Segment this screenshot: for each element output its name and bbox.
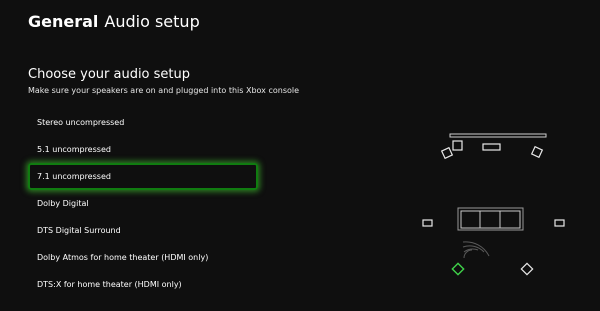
center-speaker-icon bbox=[482, 143, 501, 151]
page-title: Audio setup bbox=[104, 12, 200, 31]
option-dts-x[interactable]: DTS:X for home theater (HDMI only) bbox=[28, 271, 258, 298]
front-left-speaker-icon bbox=[452, 140, 463, 151]
option-5-1-uncompressed[interactable]: 5.1 uncompressed bbox=[28, 136, 258, 163]
front-wide-left-speaker-icon bbox=[440, 146, 454, 160]
audio-setup-page: General Audio setup Choose your audio set… bbox=[0, 0, 600, 311]
section-heading: Choose your audio setup bbox=[28, 67, 191, 82]
side-left-speaker-icon bbox=[422, 219, 433, 227]
sound-wave-icon bbox=[462, 241, 490, 259]
front-right-speaker-icon bbox=[530, 145, 544, 159]
option-dts-digital-surround[interactable]: DTS Digital Surround bbox=[28, 217, 258, 244]
option-dolby-atmos[interactable]: Dolby Atmos for home theater (HDMI only) bbox=[28, 244, 258, 271]
rear-left-speaker-icon bbox=[451, 262, 465, 276]
page-header: General Audio setup bbox=[28, 10, 200, 34]
speaker-layout-diagram bbox=[422, 133, 565, 276]
option-7-1-uncompressed[interactable]: 7.1 uncompressed bbox=[28, 163, 258, 190]
option-dolby-digital[interactable]: Dolby Digital bbox=[28, 190, 258, 217]
option-stereo-uncompressed[interactable]: Stereo uncompressed bbox=[28, 109, 258, 136]
rear-right-speaker-icon bbox=[520, 262, 534, 276]
header-section: General bbox=[28, 12, 99, 31]
section-subheading: Make sure your speakers are on and plugg… bbox=[28, 86, 300, 95]
audio-options-list: Stereo uncompressed 5.1 uncompressed 7.1… bbox=[28, 109, 258, 298]
sofa-icon bbox=[457, 207, 524, 231]
tv-icon bbox=[449, 133, 547, 138]
side-right-speaker-icon bbox=[554, 219, 565, 227]
